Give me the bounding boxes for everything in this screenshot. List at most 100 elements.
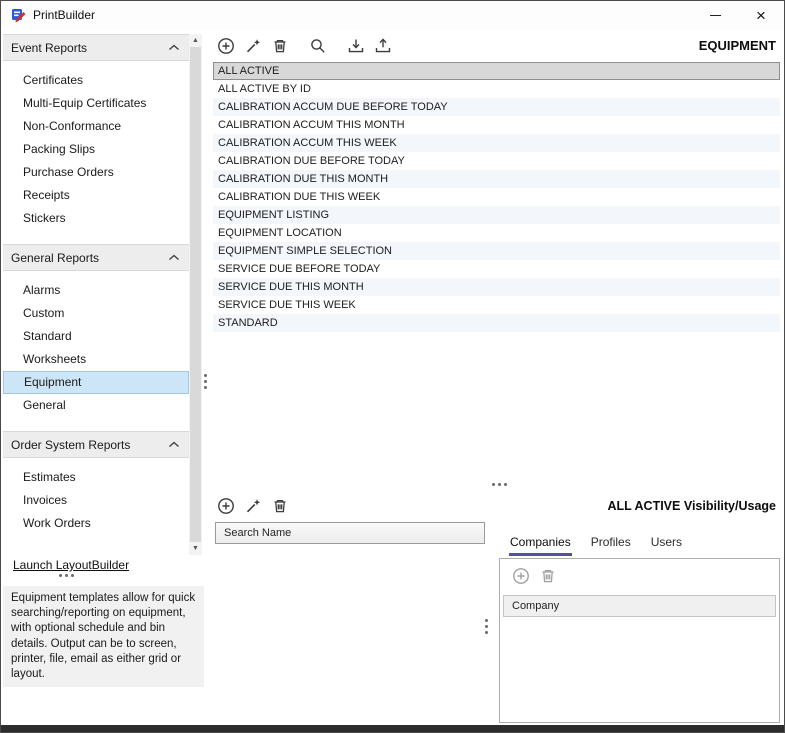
visibility-toolbar xyxy=(500,559,779,591)
template-list: ALL ACTIVE ALL ACTIVE BY ID CALIBRATION … xyxy=(213,62,780,332)
export-template-button[interactable] xyxy=(370,34,395,59)
minimize-icon xyxy=(710,15,721,16)
template-row[interactable]: EQUIPMENT SIMPLE SELECTION xyxy=(213,242,780,260)
section-header-general-reports[interactable]: General Reports xyxy=(3,244,189,271)
template-row[interactable]: CALIBRATION ACCUM DUE BEFORE TODAY xyxy=(213,98,780,116)
sidebar-item-stickers[interactable]: Stickers xyxy=(3,207,189,230)
app-icon xyxy=(11,7,27,23)
visibility-panel: Company xyxy=(499,558,780,723)
sidebar: Event Reports Certificates Multi-Equip C… xyxy=(1,30,207,725)
sidebar-item-multi-equip-certificates[interactable]: Multi-Equip Certificates xyxy=(3,92,189,115)
event-reports-items: Certificates Multi-Equip Certificates No… xyxy=(3,61,189,244)
sidebar-splitter-grip[interactable] xyxy=(57,574,75,577)
sidebar-item-equipment[interactable]: Equipment xyxy=(3,371,189,394)
section-label: Event Reports xyxy=(11,41,87,55)
plus-circle-icon xyxy=(512,567,530,585)
template-row[interactable]: CALIBRATION DUE THIS WEEK xyxy=(213,188,780,206)
section-label: Order System Reports xyxy=(11,438,130,452)
template-row[interactable]: ALL ACTIVE BY ID xyxy=(213,80,780,98)
sidebar-scrollbar[interactable]: ▲ ▼ xyxy=(189,34,202,555)
horizontal-splitter-grip[interactable] xyxy=(490,483,508,486)
scroll-up-icon: ▲ xyxy=(192,37,199,44)
magic-wand-icon xyxy=(244,37,262,55)
delete-template-button[interactable] xyxy=(267,34,292,59)
sidebar-item-work-orders[interactable]: Work Orders xyxy=(3,512,189,535)
section-label: General Reports xyxy=(11,251,99,265)
tab-companies[interactable]: Companies xyxy=(509,532,572,556)
plus-circle-icon xyxy=(217,37,235,55)
sidebar-item-packing-slips[interactable]: Packing Slips xyxy=(3,138,189,161)
template-row[interactable]: EQUIPMENT LOCATION xyxy=(213,224,780,242)
search-name-column-header[interactable]: Search Name xyxy=(215,522,485,544)
sidebar-main-splitter-grip[interactable] xyxy=(204,372,207,390)
titlebar: PrintBuilder × xyxy=(1,1,784,30)
preview-template-button[interactable] xyxy=(305,34,330,59)
delete-company-button[interactable] xyxy=(535,563,560,588)
printbuilder-window: PrintBuilder × Event Reports Certificate… xyxy=(0,0,785,733)
section-header-order-system-reports[interactable]: Order System Reports xyxy=(3,431,189,458)
magic-wand-icon xyxy=(244,497,262,515)
search-toolbar xyxy=(213,493,294,518)
sidebar-sections: Event Reports Certificates Multi-Equip C… xyxy=(3,34,189,549)
sidebar-item-custom[interactable]: Custom xyxy=(3,302,189,325)
template-description-text: Equipment templates allow for quick sear… xyxy=(3,586,204,687)
section-header-event-reports[interactable]: Event Reports xyxy=(3,34,189,61)
template-row[interactable]: CALIBRATION ACCUM THIS MONTH xyxy=(213,116,780,134)
chevron-up-icon xyxy=(168,44,180,51)
sidebar-item-alarms[interactable]: Alarms xyxy=(3,279,189,302)
template-row[interactable]: CALIBRATION DUE BEFORE TODAY xyxy=(213,152,780,170)
export-icon xyxy=(374,37,392,55)
delete-search-button[interactable] xyxy=(267,493,292,518)
sidebar-item-certificates[interactable]: Certificates xyxy=(3,69,189,92)
template-row[interactable]: ALL ACTIVE xyxy=(213,62,780,80)
import-icon xyxy=(347,37,365,55)
edit-search-button[interactable] xyxy=(240,493,265,518)
sidebar-item-receipts[interactable]: Receipts xyxy=(3,184,189,207)
template-row[interactable]: SERVICE DUE THIS WEEK xyxy=(213,296,780,314)
close-icon: × xyxy=(756,6,766,26)
scrollbar-thumb[interactable] xyxy=(190,47,201,542)
close-button[interactable]: × xyxy=(738,1,784,30)
add-template-button[interactable] xyxy=(213,34,238,59)
visibility-tabs: Companies Profiles Users xyxy=(509,532,701,556)
scroll-down-button[interactable]: ▼ xyxy=(189,542,202,555)
window-bottom-edge xyxy=(1,725,784,732)
order-system-reports-items: Estimates Invoices Work Orders xyxy=(3,458,189,549)
add-company-button[interactable] xyxy=(508,563,533,588)
visibility-usage-title: ALL ACTIVE Visibility/Usage xyxy=(607,499,776,513)
launch-layoutbuilder-link[interactable]: Launch LayoutBuilder xyxy=(13,558,129,572)
window-title: PrintBuilder xyxy=(33,8,95,22)
company-column-header[interactable]: Company xyxy=(503,595,776,617)
minimize-button[interactable] xyxy=(692,1,738,30)
plus-circle-icon xyxy=(217,497,235,515)
chevron-up-icon xyxy=(168,254,180,261)
sidebar-item-invoices[interactable]: Invoices xyxy=(3,489,189,512)
sidebar-item-worksheets[interactable]: Worksheets xyxy=(3,348,189,371)
add-search-button[interactable] xyxy=(213,493,238,518)
template-row[interactable]: CALIBRATION ACCUM THIS WEEK xyxy=(213,134,780,152)
template-row[interactable]: EQUIPMENT LISTING xyxy=(213,206,780,224)
edit-template-button[interactable] xyxy=(240,34,265,59)
sidebar-item-estimates[interactable]: Estimates xyxy=(3,466,189,489)
tab-profiles[interactable]: Profiles xyxy=(590,532,632,556)
bottom-panels-splitter-grip[interactable] xyxy=(485,617,488,635)
template-row[interactable]: STANDARD xyxy=(213,314,780,332)
sidebar-item-standard[interactable]: Standard xyxy=(3,325,189,348)
template-toolbar xyxy=(213,32,397,60)
sidebar-item-purchase-orders[interactable]: Purchase Orders xyxy=(3,161,189,184)
template-row[interactable]: SERVICE DUE BEFORE TODAY xyxy=(213,260,780,278)
trash-icon xyxy=(539,567,557,585)
template-row[interactable]: CALIBRATION DUE THIS MONTH xyxy=(213,170,780,188)
trash-icon xyxy=(271,37,289,55)
scroll-up-button[interactable]: ▲ xyxy=(189,34,202,47)
scroll-down-icon: ▼ xyxy=(192,545,199,552)
chevron-up-icon xyxy=(168,441,180,448)
sidebar-item-general[interactable]: General xyxy=(3,394,189,417)
template-row[interactable]: SERVICE DUE THIS MONTH xyxy=(213,278,780,296)
trash-icon xyxy=(271,497,289,515)
general-reports-items: Alarms Custom Standard Worksheets Equipm… xyxy=(3,271,189,431)
import-template-button[interactable] xyxy=(343,34,368,59)
sidebar-item-non-conformance[interactable]: Non-Conformance xyxy=(3,115,189,138)
magnifier-icon xyxy=(309,37,327,55)
tab-users[interactable]: Users xyxy=(650,532,683,556)
